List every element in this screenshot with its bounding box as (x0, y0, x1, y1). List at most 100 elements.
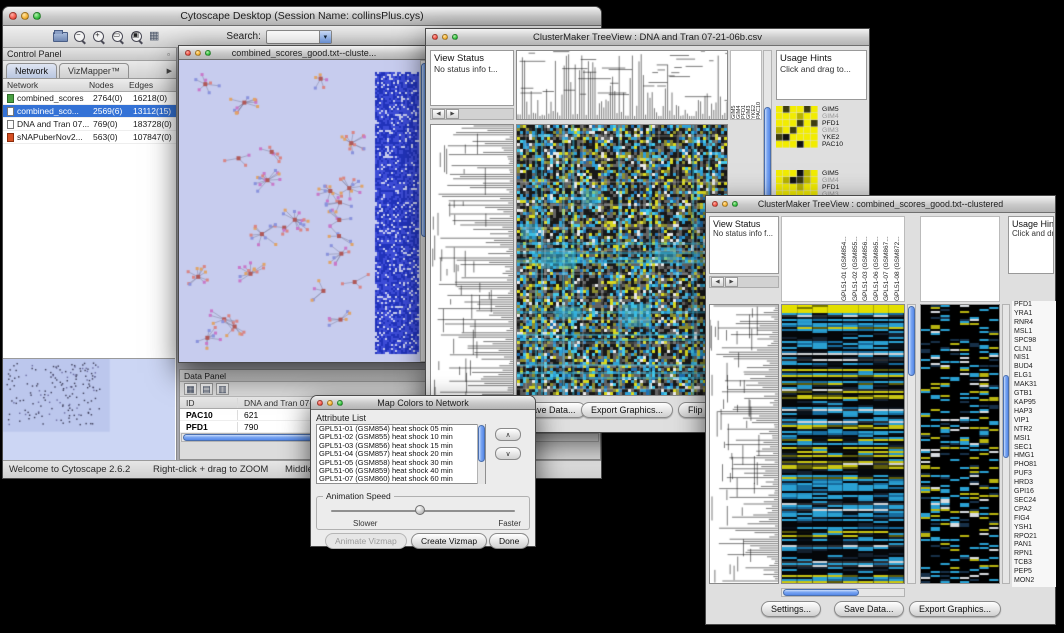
zoom-out-icon[interactable]: − (73, 30, 87, 44)
tab-overflow-icon[interactable]: ▶ (167, 67, 176, 78)
minimize-button[interactable] (195, 50, 201, 56)
close-button[interactable] (317, 400, 323, 406)
select-attributes-icon[interactable]: ▦ (184, 383, 197, 395)
hscroll-thumb[interactable] (783, 589, 859, 596)
heatmap-vscrollbar[interactable] (907, 304, 916, 584)
gene-label[interactable]: FIG4 (1012, 515, 1056, 524)
gene-label[interactable]: HRD3 (1012, 479, 1056, 488)
network-list-row[interactable]: combined_sco... 2569(6) 13112(15) (3, 105, 176, 118)
gene-label[interactable]: SPC98 (1012, 337, 1056, 346)
zoom-in-icon[interactable]: + (92, 30, 106, 44)
minimize-button[interactable] (442, 34, 448, 40)
gene-label[interactable]: SEC24 (1012, 497, 1056, 506)
vscroll-thumb[interactable] (908, 306, 915, 376)
gene-label[interactable]: CPA2 (1012, 506, 1056, 515)
minimize-button[interactable] (327, 400, 333, 406)
done-button[interactable]: Done (489, 533, 529, 549)
scroll-right-button[interactable]: ▶ (446, 109, 459, 119)
column-dendrogram[interactable] (516, 50, 728, 120)
gene-label[interactable]: SEC1 (1012, 444, 1056, 453)
gene-label[interactable]: MSI1 (1012, 435, 1056, 444)
minimize-button[interactable] (21, 12, 29, 20)
attribute-browser-icon[interactable]: ▦ (149, 31, 159, 42)
gene-label[interactable]: PFD1 (1012, 301, 1056, 310)
scroll-left-button[interactable]: ◀ (432, 109, 445, 119)
treeview-combined-titlebar[interactable]: ClusterMaker TreeView : combined_scores_… (706, 196, 1055, 213)
maximize-button[interactable] (452, 34, 458, 40)
close-button[interactable] (432, 34, 438, 40)
maximize-button[interactable] (33, 12, 41, 20)
close-button[interactable] (185, 50, 191, 56)
row-dendrogram[interactable] (709, 304, 779, 584)
gene-label[interactable]: ELG1 (1012, 372, 1056, 381)
minimize-button[interactable] (722, 201, 728, 207)
network-list-row[interactable]: combined_scores 2764(0) 16218(0) (3, 92, 176, 105)
gene-label[interactable]: VIP1 (1012, 417, 1056, 426)
gene-label[interactable]: MAK31 (1012, 381, 1056, 390)
gene-label[interactable]: PEP5 (1012, 568, 1056, 577)
create-vizmap-button[interactable]: Create Vizmap (411, 533, 487, 549)
row-dendrogram[interactable] (430, 124, 514, 396)
network-view-titlebar[interactable]: combined_scores_good.txt--cluste... (179, 46, 429, 60)
select-columns-icon[interactable]: ▥ (216, 383, 229, 395)
gene-label[interactable]: YRA1 (1012, 310, 1056, 319)
gene-label[interactable]: BUD4 (1012, 363, 1056, 372)
close-button[interactable] (9, 12, 17, 20)
move-up-button[interactable]: ∧ (495, 428, 521, 441)
open-session-icon[interactable] (53, 32, 68, 42)
settings-button[interactable]: Settings... (761, 601, 821, 617)
save-data-button[interactable]: Save Data... (834, 601, 904, 617)
global-heatmap-thumbnail[interactable] (920, 304, 1000, 584)
gene-label[interactable]: HMG1 (1012, 452, 1056, 461)
dialog-titlebar[interactable]: Map Colors to Network (311, 396, 535, 410)
tab-vizmapper[interactable]: VizMapper™ (59, 63, 129, 78)
gene-label[interactable]: PHO81 (1012, 461, 1056, 470)
heatmap-hscrollbar[interactable] (781, 588, 905, 597)
maximize-button[interactable] (732, 201, 738, 207)
scroll-left-button[interactable]: ◀ (711, 277, 724, 287)
gene-label[interactable]: GTB1 (1012, 390, 1056, 399)
move-down-button[interactable]: ∨ (495, 447, 521, 460)
vscroll-thumb[interactable] (478, 425, 485, 462)
vscroll-thumb[interactable] (1003, 375, 1009, 458)
search-combobox[interactable]: ▾ (266, 30, 332, 44)
thumbnail-vscrollbar[interactable] (1002, 304, 1010, 584)
attribute-listbox[interactable]: GPL51-01 (GSM854) heat shock 05 minGPL51… (316, 424, 486, 484)
attribute-item[interactable]: GPL51-07 (GSM860) heat shock 60 min (317, 475, 485, 483)
gene-label[interactable]: KAP95 (1012, 399, 1056, 408)
zoom-selected-icon[interactable]: ▣ (130, 30, 144, 44)
gene-label[interactable]: RPO21 (1012, 533, 1056, 542)
expression-heatmap[interactable] (781, 304, 905, 584)
select-rows-icon[interactable]: ▤ (200, 383, 213, 395)
zoom-fit-icon[interactable]: ▭ (111, 30, 125, 44)
network-canvas[interactable] (179, 60, 421, 362)
gene-label[interactable]: TCB3 (1012, 559, 1056, 568)
gene-label[interactable]: PAN1 (1012, 541, 1056, 550)
scroll-right-button[interactable]: ▶ (725, 277, 738, 287)
treeview-dna-titlebar[interactable]: ClusterMaker TreeView : DNA and Tran 07-… (426, 29, 869, 46)
main-titlebar[interactable]: Cytoscape Desktop (Session Name: collins… (3, 7, 601, 26)
gene-label[interactable]: MSL1 (1012, 328, 1056, 337)
expression-heatmap[interactable] (516, 124, 728, 396)
maximize-button[interactable] (205, 50, 211, 56)
gene-label[interactable]: NIS1 (1012, 354, 1056, 363)
panel-float-icon[interactable]: ▫ (167, 50, 172, 59)
gene-label[interactable]: GPI16 (1012, 488, 1056, 497)
gene-label[interactable]: NTR2 (1012, 426, 1056, 435)
gene-label[interactable]: HAP3 (1012, 408, 1056, 417)
network-list-row[interactable]: DNA and Tran 07... 769(0) 183728(0) (3, 118, 176, 131)
export-graphics-button[interactable]: Export Graphics... (909, 601, 1001, 617)
network-list-row[interactable]: sNAPuberNov2... 563(0) 107847(0) (3, 131, 176, 144)
gene-label[interactable]: RNR4 (1012, 319, 1056, 328)
export-graphics-button[interactable]: Export Graphics... (581, 402, 673, 418)
gene-label[interactable]: MON2 (1012, 577, 1056, 586)
tab-network[interactable]: Network (6, 63, 57, 78)
maximize-button[interactable] (337, 400, 343, 406)
gene-label[interactable]: PUF3 (1012, 470, 1056, 479)
gene-label[interactable]: CLN1 (1012, 346, 1056, 355)
close-button[interactable] (712, 201, 718, 207)
gene-label[interactable]: RPN1 (1012, 550, 1056, 559)
gene-label[interactable]: YSH1 (1012, 524, 1056, 533)
listbox-vscrollbar[interactable] (477, 424, 485, 484)
network-navigator[interactable] (3, 358, 175, 460)
